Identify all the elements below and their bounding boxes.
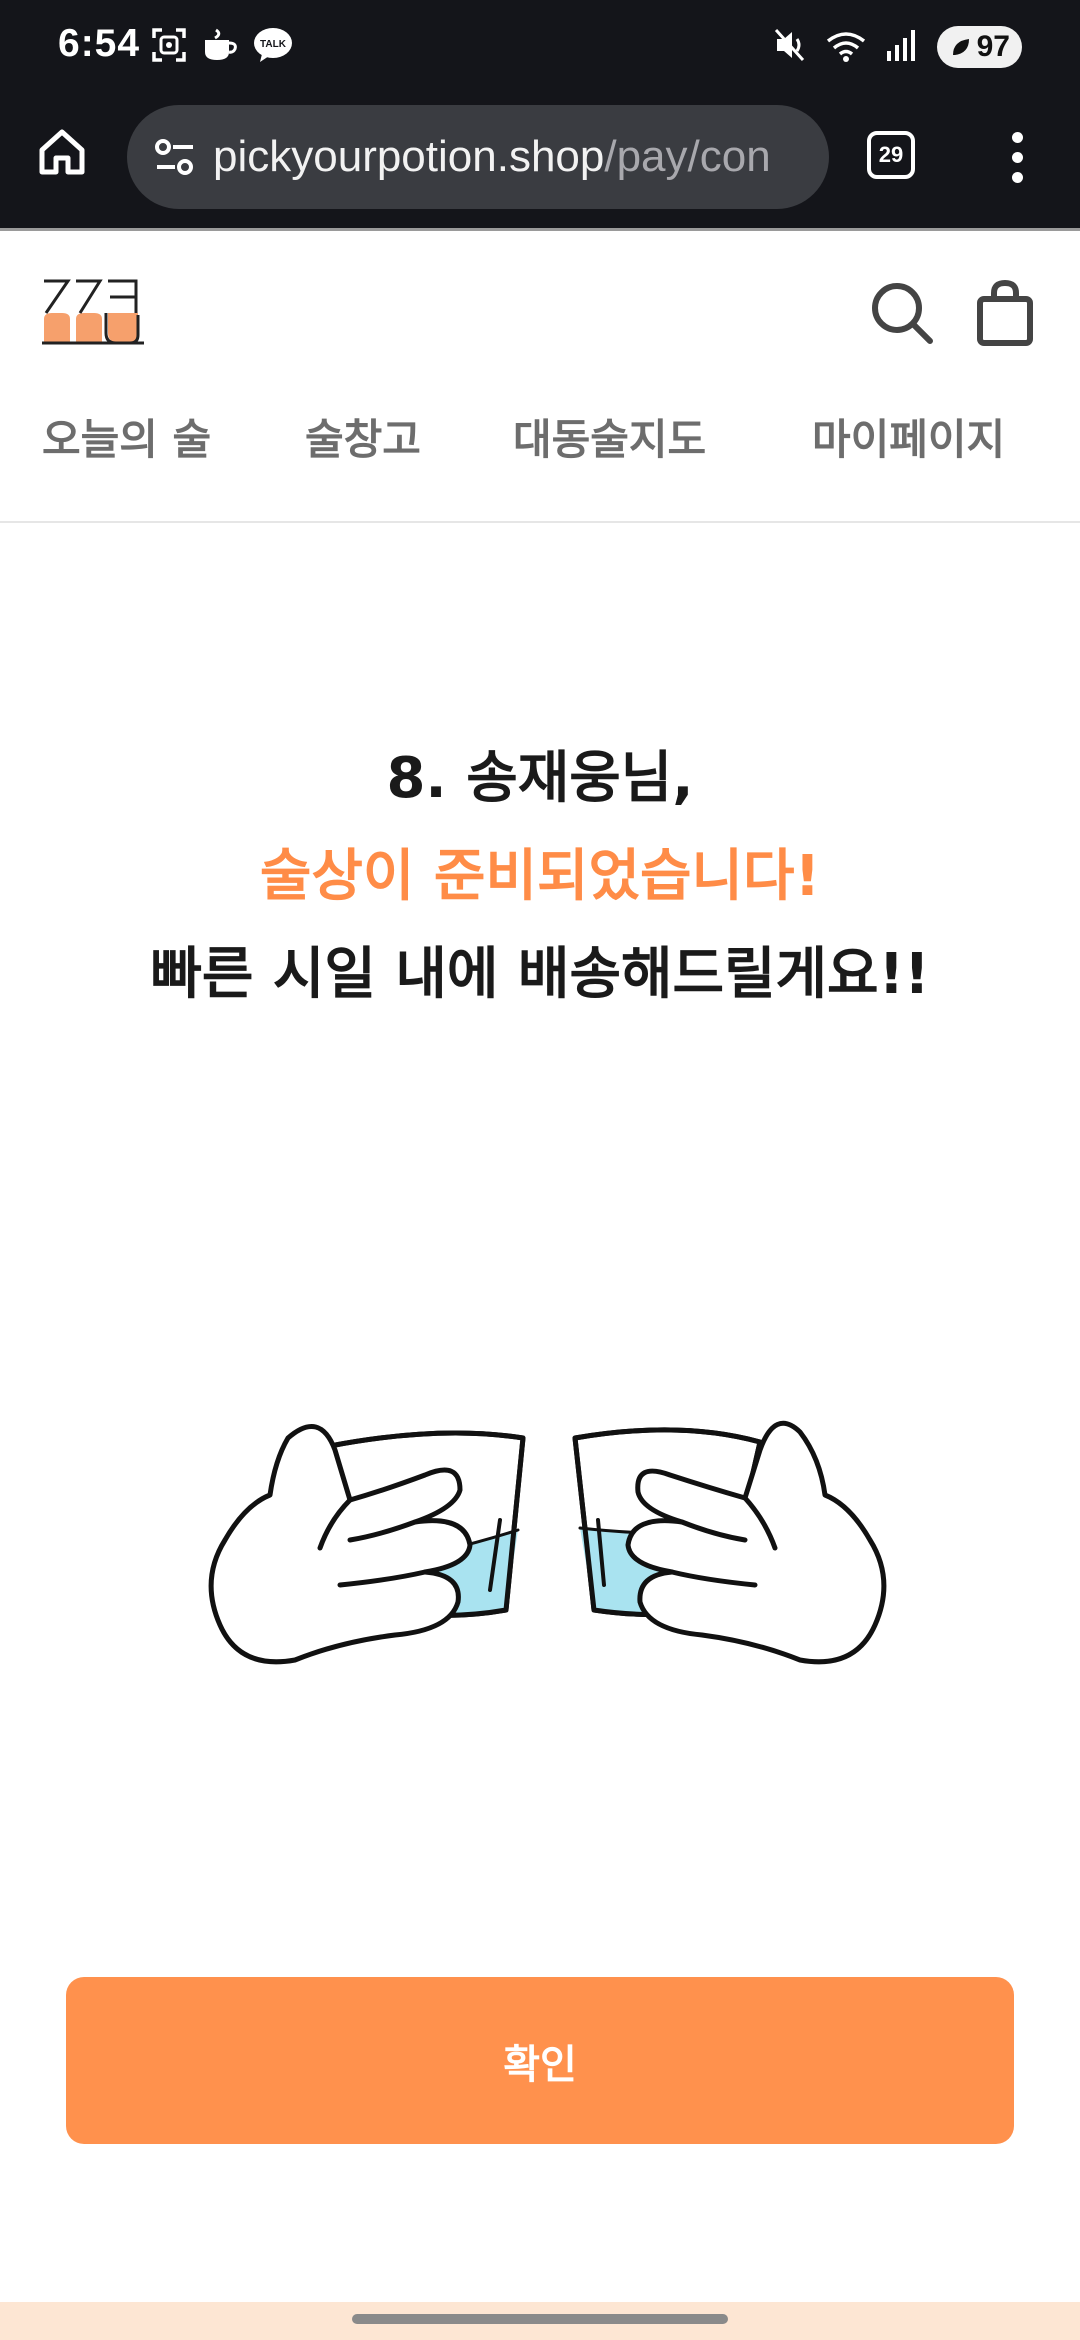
greeting-line: 8. 송재웅님,: [386, 746, 694, 811]
kakaotalk-icon: TALK: [252, 26, 294, 68]
mute-icon: [773, 27, 807, 67]
battery-level: 97: [976, 30, 1010, 63]
gesture-nav-bar[interactable]: [352, 2314, 728, 2324]
nav-drink-map[interactable]: 대동술지도: [513, 406, 706, 467]
confirm-button[interactable]: 확인: [66, 1977, 1014, 2144]
home-button[interactable]: [30, 120, 94, 184]
battery-indicator: 97: [936, 26, 1022, 68]
ready-line: 술상이 준비되었습니다!: [259, 844, 821, 909]
screenshot-icon: [150, 26, 188, 68]
order-complete-message: 8. 송재웅님, 술상이 준비되었습니다! 빠른 시일 내에 배송해드릴게요!!: [0, 730, 1080, 1024]
cart-button[interactable]: [976, 279, 1034, 347]
home-icon: [39, 129, 85, 175]
more-menu-button[interactable]: [990, 125, 1044, 189]
search-icon: [872, 283, 933, 344]
shopping-bag-icon: [977, 279, 1033, 346]
battery-saver-icon: [952, 39, 969, 55]
cafe-app-icon: [200, 26, 240, 68]
more-dot: [1011, 171, 1023, 183]
header-divider: [0, 521, 1080, 523]
search-button[interactable]: [868, 279, 936, 347]
status-bar: 6:54 TALK 97: [0, 0, 1080, 95]
tab-switcher-button[interactable]: 29: [867, 131, 915, 179]
url-host: pickyourpotion.shop: [213, 132, 605, 181]
more-dot: [1011, 131, 1023, 143]
wifi-icon: [825, 27, 867, 67]
kakao-label: TALK: [260, 39, 287, 50]
browser-toolbar: pickyourpotion.shop/pay/con 29: [0, 95, 1080, 230]
nav-today-drink[interactable]: 오늘의 술: [42, 406, 211, 467]
main-nav: 오늘의 술 술창고 대동술지도 마이페이지: [0, 406, 1080, 486]
more-dot: [1011, 151, 1023, 163]
site-logo[interactable]: [40, 273, 152, 345]
url-path: /pay/con: [604, 132, 771, 181]
address-bar[interactable]: pickyourpotion.shop/pay/con: [127, 105, 829, 209]
toast-illustration: [200, 1380, 900, 1700]
tune-icon: [155, 139, 193, 175]
status-time: 6:54: [58, 22, 141, 65]
url-text[interactable]: pickyourpotion.shop/pay/con: [213, 132, 813, 182]
signal-icon: [885, 27, 919, 67]
delivery-line: 빠른 시일 내에 배송해드릴게요!!: [150, 942, 930, 1007]
site-settings-button[interactable]: [145, 127, 205, 187]
nav-mypage[interactable]: 마이페이지: [812, 406, 1005, 467]
nav-liquor-store[interactable]: 술창고: [305, 406, 421, 467]
site-header: 오늘의 술 술창고 대동술지도 마이페이지: [0, 231, 1080, 523]
